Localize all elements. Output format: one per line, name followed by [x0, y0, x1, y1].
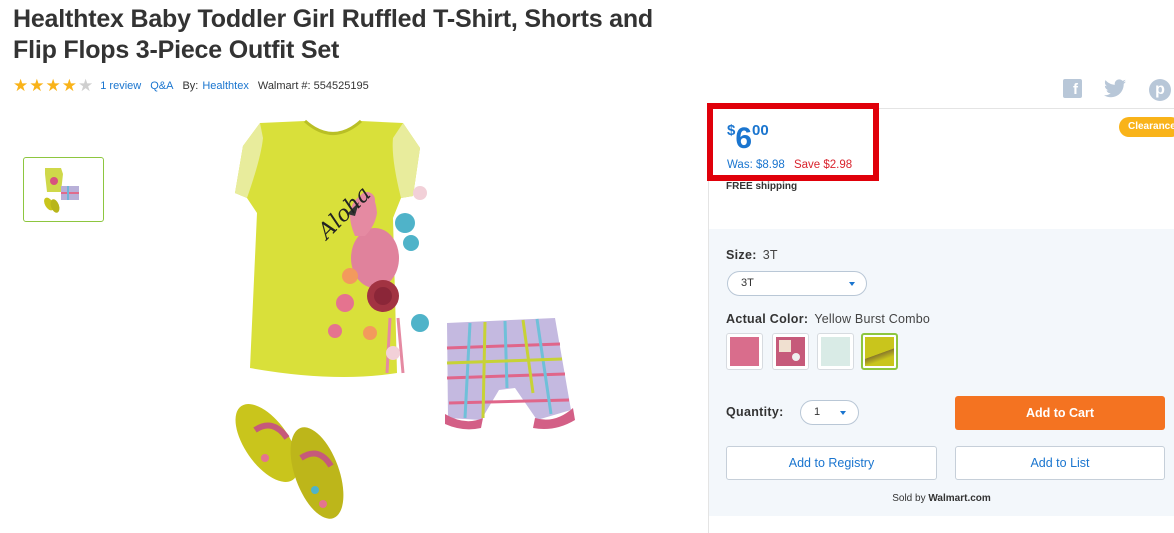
swatch-fill — [865, 337, 894, 366]
clearance-badge: Clearance — [1119, 117, 1174, 137]
quantity-label: Quantity: — [726, 405, 784, 419]
sold-by: Sold by Walmart.com — [709, 493, 1174, 504]
size-selected-value: 3T — [741, 277, 754, 289]
thumbnail-image — [44, 168, 79, 213]
chevron-down-icon — [840, 411, 846, 415]
color-label: Actual Color: — [726, 312, 809, 326]
pinterest-icon[interactable]: p — [1149, 79, 1171, 101]
star-rating[interactable]: ★ ★ ★ ★ ★ — [13, 76, 94, 95]
floral-pattern-icon — [779, 340, 800, 361]
product-title: Healthtex Baby Toddler Girl Ruffled T-Sh… — [13, 5, 653, 64]
color-value: Yellow Burst Combo — [814, 312, 931, 326]
color-swatch-yellow-burst-combo[interactable] — [861, 333, 898, 370]
twitter-icon[interactable] — [1104, 79, 1126, 98]
chevron-down-icon — [849, 282, 855, 286]
walmart-number: Walmart #: 554525195 — [257, 80, 369, 92]
quantity-value: 1 — [814, 406, 821, 418]
star-icon: ★ — [29, 76, 45, 95]
size-value: 3T — [762, 248, 778, 262]
product-image[interactable]: Aloha — [215, 118, 595, 528]
size-label: Size: — [726, 248, 757, 262]
add-to-cart-button[interactable]: Add to Cart — [955, 396, 1165, 430]
free-shipping-label: FREE shipping — [726, 181, 798, 192]
qa-link[interactable]: Q&A — [150, 80, 173, 92]
quantity-select[interactable]: 1 — [800, 400, 859, 425]
by-label: By: — [182, 80, 199, 92]
price-highlight-box — [707, 103, 879, 181]
star-icon: ★ — [61, 76, 77, 95]
color-swatch-mint[interactable] — [817, 333, 854, 370]
star-icon: ★ — [13, 76, 29, 95]
facebook-icon[interactable]: f — [1063, 79, 1082, 98]
color-swatch-pink[interactable] — [726, 333, 763, 370]
size-label-row: Size: 3T — [726, 248, 778, 262]
star-empty-icon: ★ — [78, 76, 94, 95]
color-swatch-pink-floral[interactable] — [772, 333, 809, 370]
swatch-fill — [730, 337, 759, 366]
sold-by-prefix: Sold by — [892, 493, 926, 504]
add-to-registry-button[interactable]: Add to Registry — [726, 446, 937, 480]
add-to-list-button[interactable]: Add to List — [955, 446, 1165, 480]
color-label-row: Actual Color: Yellow Burst Combo — [726, 312, 930, 326]
product-thumbnail[interactable] — [23, 157, 104, 222]
product-meta-row: ★ ★ ★ ★ ★ 1 review Q&A By: Healthtex Wal… — [13, 76, 373, 95]
swatch-fill — [776, 337, 805, 366]
review-link[interactable]: 1 review — [100, 80, 141, 92]
size-select[interactable]: 3T — [727, 271, 867, 296]
brand-link[interactable]: Healthtex — [202, 80, 248, 92]
swatch-fill — [821, 337, 850, 366]
seller-name: Walmart.com — [928, 493, 991, 504]
star-icon: ★ — [45, 76, 61, 95]
